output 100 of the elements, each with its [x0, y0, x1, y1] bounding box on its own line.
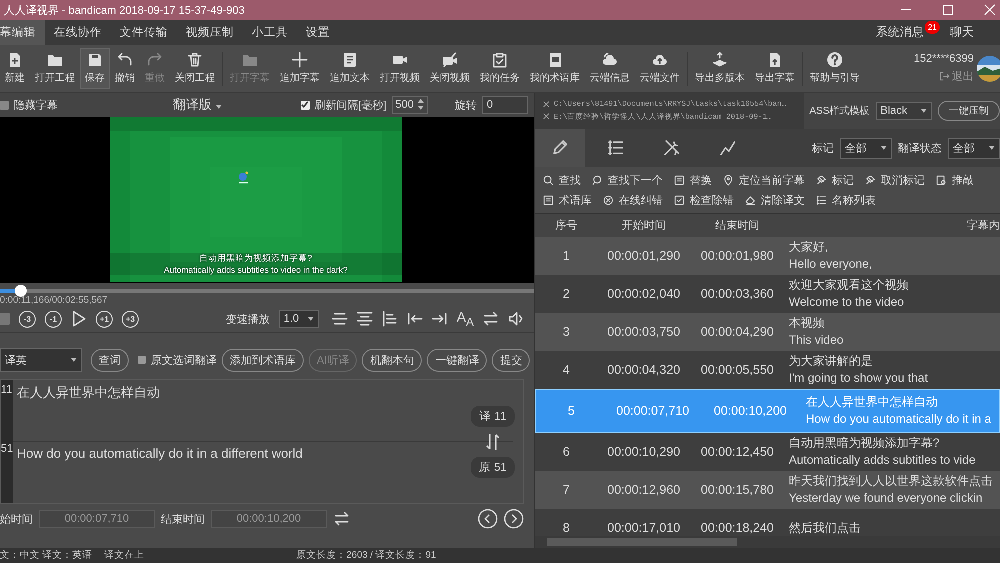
table-row[interactable]: 6 00:00:10,290 00:00:12,450 自动用黑暗为视频添加字幕? Automatically adds subtitles to vide [535, 433, 1000, 471]
subtitle-target: Hello everyone, [789, 256, 874, 273]
swap-order-icon[interactable] [486, 432, 500, 450]
toolbar-button[interactable]: 关闭视频 [425, 48, 475, 89]
action-button[interactable]: 查词 [91, 348, 129, 372]
checkbox[interactable] [0, 100, 9, 110]
start-time-field[interactable]: 00:00:07,710 [39, 510, 155, 528]
table-cell-text: 00:00:17,010 [606, 521, 682, 535]
spinner-arrows-icon [418, 99, 424, 110]
forward-button[interactable]: +3 [122, 310, 139, 328]
menu-tab[interactable]: 小工具 [243, 20, 297, 45]
action-link[interactable]: 术语库 [543, 192, 592, 208]
align-left-icon[interactable] [382, 311, 398, 327]
action-link[interactable]: 在线纠错 [603, 192, 663, 208]
action-button[interactable]: 添加到术语库 [222, 348, 304, 372]
next-icon[interactable] [504, 509, 524, 529]
forward-button[interactable]: +1 [96, 310, 113, 328]
action-link[interactable]: 查找 [543, 172, 581, 188]
direction-select[interactable]: 译英 [0, 348, 82, 372]
menu-tab[interactable]: 在线协作 [45, 20, 111, 45]
swap-icon[interactable] [483, 311, 499, 327]
scrollbar[interactable] [535, 536, 1000, 548]
toolbar-button[interactable]: 追加字幕 [275, 48, 325, 89]
table-row[interactable]: 8 00:00:17,010 00:00:18,240 然后我们点击 [535, 509, 1000, 536]
action-link[interactable]: 替换 [674, 172, 712, 188]
close-icon[interactable] [543, 113, 550, 120]
end-time-field[interactable]: 00:00:10,200 [211, 510, 327, 528]
action-link[interactable]: 定位当前字幕 [723, 172, 805, 188]
line-number: 51 [1, 443, 13, 455]
subtitle-source: 然后我们点击 [789, 520, 862, 536]
messages-link[interactable]: 系统消息 [876, 24, 924, 41]
version-dropdown[interactable]: 翻译版 [173, 96, 222, 114]
checkbox[interactable] [300, 100, 310, 110]
filter-select[interactable]: 全部 [948, 138, 1000, 158]
toolbar-button[interactable]: 保存 [80, 48, 110, 89]
toolbar-button[interactable]: 云端文件 [635, 48, 685, 89]
action-link[interactable]: 推敲 [936, 172, 974, 188]
maximize-icon[interactable] [942, 4, 954, 16]
column-header[interactable]: 字幕内 [785, 218, 1000, 233]
start-time-label: 始时间 [0, 512, 33, 526]
action-button[interactable]: 提交 [492, 348, 530, 372]
table-row[interactable]: 1 00:00:01,290 00:00:01,980 大家好, Hello everyone, [535, 237, 1000, 275]
align-center-icon[interactable] [332, 311, 348, 327]
action-link[interactable]: 名称列表 [816, 192, 876, 208]
original-field[interactable]: How do you automatically do it in a different world [13, 442, 463, 503]
toolbar-button[interactable]: 我的术语库 [525, 48, 585, 89]
toolbar-button[interactable]: 关闭工程 [170, 48, 220, 89]
close-icon[interactable] [543, 101, 550, 108]
speed-select[interactable]: 1.0 [278, 310, 319, 328]
font-size-button[interactable]: A$_{A}$ [456, 309, 474, 329]
rewind-button[interactable]: -3 [19, 310, 36, 328]
menu-tab[interactable]: 文件传输 [111, 20, 177, 45]
action-link[interactable]: 取消标记 [865, 172, 925, 188]
swap-icon[interactable] [333, 511, 351, 527]
rewind-button[interactable]: -1 [45, 310, 62, 328]
align-middle-icon[interactable] [356, 311, 373, 327]
column-header[interactable]: 序号 [535, 218, 598, 233]
table-cell-text: 00:00:02,040 [606, 287, 682, 301]
checkbox[interactable] [138, 356, 146, 364]
play-icon[interactable] [71, 311, 87, 327]
subtitle-target: This video [789, 332, 845, 349]
indent-left-icon[interactable] [406, 311, 423, 327]
toolbar-button[interactable]: 打开视频 [375, 48, 425, 89]
scrollbar-thumb[interactable] [547, 538, 737, 546]
filter-select[interactable]: 全部 [840, 138, 892, 158]
toolbar-button[interactable]: 打开工程 [30, 48, 80, 89]
table-row[interactable]: 4 00:00:04,320 00:00:05,550 为大家讲解的是 I'm going to show you that [535, 351, 1000, 389]
toolbar-button[interactable]: 追加文本 [325, 48, 375, 89]
toolbar-button[interactable]: 我的任务 [475, 48, 525, 89]
action-button[interactable]: 机翻本句 [362, 348, 422, 372]
toolbar-button[interactable]: 导出多版本 [690, 48, 750, 89]
toolbar-button[interactable]: 导出字幕 [750, 48, 800, 89]
table-row[interactable]: 2 00:00:02,040 00:00:03,360 欢迎大家观看这个视频 Welcome to the video [535, 275, 1000, 313]
previous-icon[interactable] [478, 509, 498, 529]
column-header[interactable]: 开始时间 [598, 218, 690, 233]
action-link[interactable]: 清除译文 [745, 192, 805, 208]
chat-link[interactable]: 聊天 [950, 24, 974, 41]
rotate-select[interactable]: 0 [482, 96, 528, 114]
table-row[interactable]: 7 00:00:12,960 00:00:15,780 昨天我们找到人人以世界这款软件点击 Yesterday we found everyone clickin [535, 471, 1000, 509]
action-link[interactable]: 查找下一个 [592, 172, 663, 188]
toolbar-button[interactable]: 新建 [0, 48, 30, 89]
action-button[interactable]: 一键翻译 [427, 348, 488, 372]
toolbar-button[interactable]: 云端信息 [585, 48, 635, 89]
menu-tab[interactable]: 幕编辑 [0, 20, 45, 45]
toolbar-button[interactable]: 撤销 [110, 48, 140, 89]
menu-tab[interactable]: 设置 [297, 20, 339, 45]
panel-tab[interactable] [535, 129, 585, 167]
action-link[interactable]: 标记 [816, 172, 854, 188]
toolbar-button[interactable]: 帮助与引导 [805, 48, 865, 89]
indent-right-icon[interactable] [432, 311, 448, 327]
menu-tab[interactable]: 视频压制 [177, 20, 243, 45]
table-row[interactable]: 3 00:00:03,750 00:00:04,290 本视频 This video [535, 313, 1000, 351]
style-select[interactable]: Black [876, 102, 932, 120]
speaker-icon[interactable] [508, 311, 524, 327]
column-header[interactable]: 结束时间 [690, 218, 785, 233]
interval-spinner[interactable]: 500 [392, 96, 428, 114]
action-link[interactable]: 检查除错 [674, 192, 734, 208]
progress-thumb[interactable] [15, 285, 28, 297]
burn-button[interactable]: 一键压制 [938, 101, 1000, 121]
subtitle-source: 欢迎大家观看这个视频 [789, 277, 910, 294]
